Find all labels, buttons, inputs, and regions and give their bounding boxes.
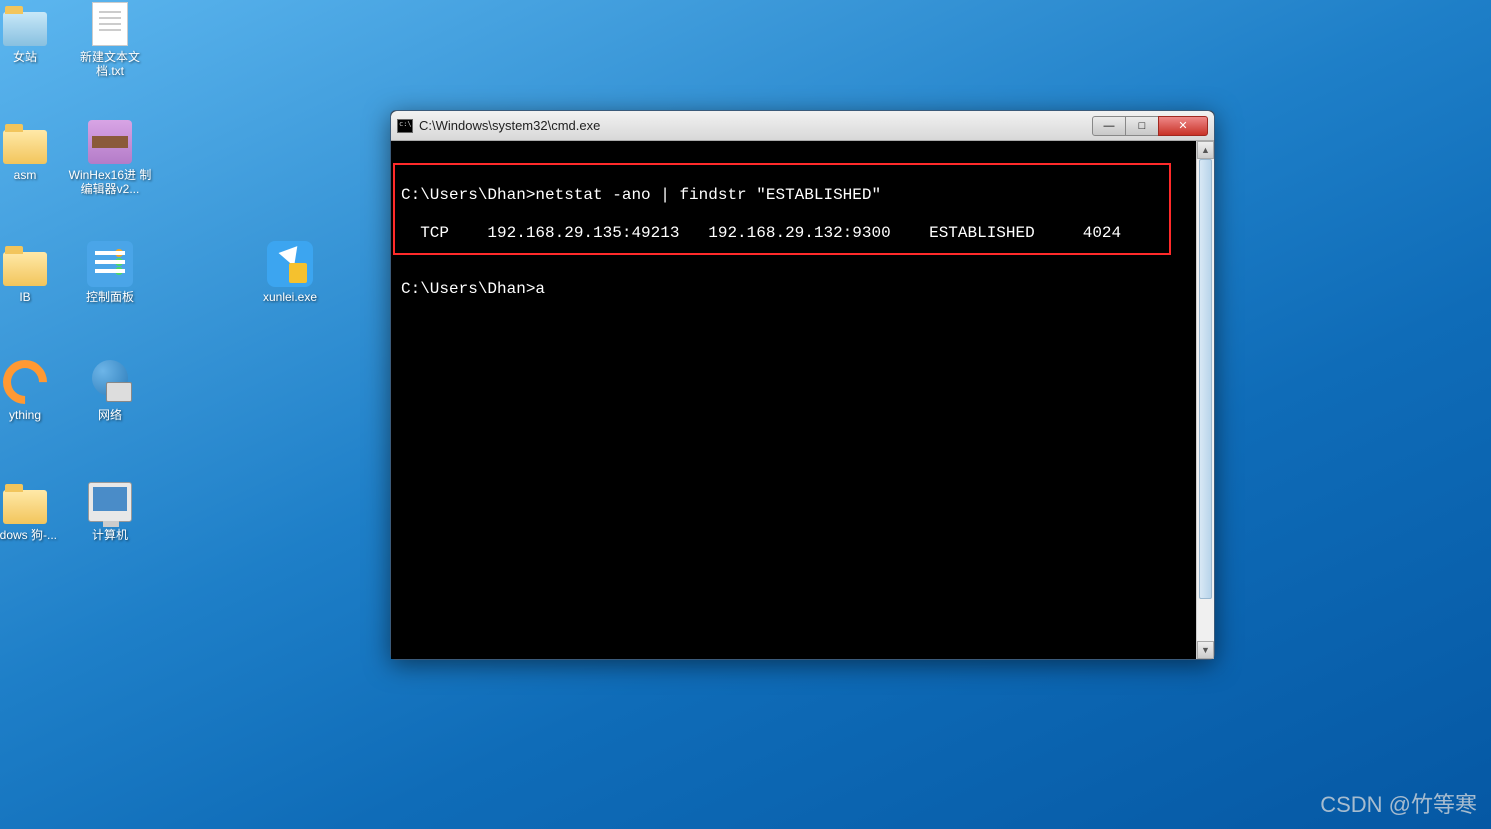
icon-label: 计算机	[92, 528, 128, 542]
folder-icon	[3, 130, 47, 164]
xunlei-icon	[267, 241, 313, 287]
winrar-icon	[88, 120, 132, 164]
icon-label: 控制面板	[86, 290, 134, 304]
terminal-line: C:\Users\Dhan>a	[401, 279, 1186, 299]
window-controls: — □ ✕	[1093, 116, 1208, 136]
icon-label: 网络	[98, 408, 122, 422]
icon-label: IB	[19, 290, 30, 304]
window-title: C:\Windows\system32\cmd.exe	[419, 118, 1093, 133]
icon-label: 女站	[13, 50, 37, 64]
network-icon	[88, 360, 132, 404]
icon-label: xunlei.exe	[263, 290, 317, 304]
close-button[interactable]: ✕	[1158, 116, 1208, 136]
scrollbar[interactable]: ▲ ▼	[1196, 141, 1214, 659]
desktop-icon-ndows[interactable]: ndows 狗-...	[0, 478, 70, 542]
folder-icon	[3, 252, 47, 286]
terminal-line: TCP 192.168.29.135:49213 192.168.29.132:…	[401, 223, 1186, 243]
desktop-icon-xunlei[interactable]: xunlei.exe	[245, 240, 335, 304]
desktop-icon-ything[interactable]: ything	[0, 358, 70, 422]
desktop-icon-network[interactable]: 网络	[65, 358, 155, 422]
icon-label: asm	[14, 168, 37, 182]
computer-icon	[88, 482, 132, 522]
titlebar[interactable]: C:\Windows\system32\cmd.exe — □ ✕	[391, 111, 1214, 141]
scroll-down-button[interactable]: ▼	[1197, 641, 1214, 659]
folder-icon	[3, 490, 47, 524]
desktop-icon-ib[interactable]: IB	[0, 240, 70, 304]
minimize-button[interactable]: —	[1092, 116, 1126, 136]
desktop-icon-control-panel[interactable]: 控制面板	[65, 240, 155, 304]
watermark: CSDN @竹等寒	[1320, 787, 1477, 819]
icon-label: ndows 狗-...	[0, 528, 57, 542]
cmd-icon	[397, 119, 413, 133]
scroll-up-button[interactable]: ▲	[1197, 141, 1214, 159]
terminal-content[interactable]: C:\Users\Dhan>netstat -ano | findstr "ES…	[391, 141, 1196, 659]
desktop-icon-txt[interactable]: 新建文本文 档.txt	[65, 0, 155, 79]
desktop-icon-recycle[interactable]: 女站	[0, 0, 70, 64]
cmd-window: C:\Windows\system32\cmd.exe — □ ✕ C:\Use…	[390, 110, 1215, 660]
terminal-line: C:\Users\Dhan>netstat -ano | findstr "ES…	[401, 185, 1186, 205]
control-panel-icon	[87, 241, 133, 287]
desktop-icon-winhex[interactable]: WinHex16进 制编辑器v2...	[65, 118, 155, 197]
icon-label: ything	[9, 408, 41, 422]
cmd-body: C:\Users\Dhan>netstat -ano | findstr "ES…	[391, 141, 1214, 659]
icon-label: 新建文本文 档.txt	[68, 50, 153, 79]
txt-file-icon	[92, 2, 128, 46]
desktop-icon-asm[interactable]: asm	[0, 118, 70, 182]
maximize-button[interactable]: □	[1125, 116, 1159, 136]
scroll-thumb[interactable]	[1199, 159, 1212, 599]
icon-label: WinHex16进 制编辑器v2...	[68, 168, 153, 197]
desktop-icon-computer[interactable]: 计算机	[65, 478, 155, 542]
ring-icon	[0, 351, 56, 413]
